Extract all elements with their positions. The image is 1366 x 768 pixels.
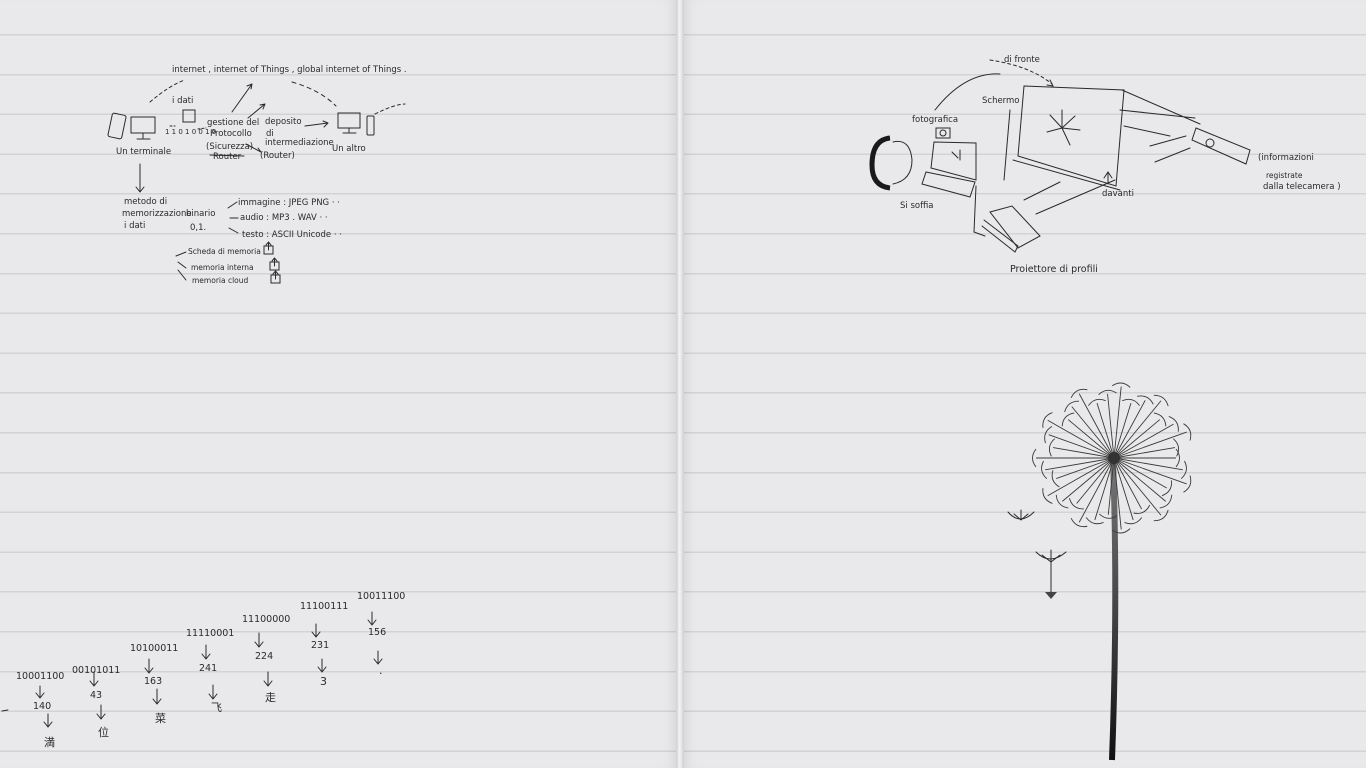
binary-line-1: binario [186, 209, 215, 219]
storage-line-3: intermediazione [265, 138, 334, 148]
binary-column: 10011100 156 · [357, 591, 405, 680]
dandelion-illustration [1007, 382, 1192, 761]
internet-top-label: internet , internet of Things , global i… [172, 65, 407, 75]
memory-card-label: Scheda di memoria [188, 247, 261, 256]
front2-label: davanti [1102, 189, 1134, 199]
binary-value: 10011100 [357, 591, 405, 602]
falling-seed-1 [1007, 509, 1035, 521]
character-value: 満 [44, 736, 55, 749]
decimal-value: 156 [368, 627, 386, 638]
character-value: · [379, 667, 383, 680]
binary-value: 10001100 [16, 671, 64, 682]
character-value: 3 [320, 675, 327, 688]
protocol-line-4: Router [213, 152, 242, 162]
dandelion-stem [1109, 459, 1119, 761]
decimal-value: 224 [255, 651, 273, 662]
character-value: 位 [98, 725, 109, 739]
character-value: 飞 [211, 701, 222, 714]
binary-value: 11110001 [186, 628, 234, 639]
decimal-value: 43 [90, 690, 102, 701]
binary-value: 11100111 [300, 601, 348, 612]
other-label: Un altro [332, 144, 366, 154]
falling-seed-2 [1035, 549, 1067, 599]
screen-label: Schermo [982, 96, 1020, 106]
storage-line-4: (Router) [260, 151, 295, 161]
other-device-icon [337, 112, 375, 136]
type-audio: audio : MP3 . WAV · · [240, 213, 328, 223]
person-head-icon [869, 135, 913, 191]
camera-box-icon [1191, 127, 1251, 165]
binary-line-2: 0,1. [190, 223, 206, 233]
data-label: i dati [172, 96, 193, 106]
decimal-value: 231 [311, 640, 329, 651]
decimal-value: 241 [199, 663, 217, 674]
info-line-2: registrate [1266, 171, 1303, 180]
info-line-1: (informazioni [1258, 153, 1314, 163]
decimal-value: 140 [33, 701, 51, 712]
photo-label: fotografica [912, 115, 958, 125]
binary-value: 11100000 [242, 614, 290, 625]
internet-diagram: internet , internet of Things , global i… [107, 65, 407, 285]
protocol-line-2: Protocollo [210, 129, 252, 139]
binary-column: 10001100 140 満 [16, 671, 64, 749]
profile-projector-icon [981, 205, 1041, 253]
upload-icons [263, 241, 281, 284]
memory-cloud-label: memoria cloud [192, 276, 249, 285]
decimal-value: 163 [144, 676, 162, 687]
binary-conversion-table: 10001100 140 満 00101011 43 位 10100011 16… [1, 591, 405, 749]
binary-value: 00101011 [72, 665, 120, 676]
laptop-camera-icon [921, 127, 977, 198]
blow-label: Si soffia [900, 201, 934, 211]
protocol-line-3: (Sicurezza) [206, 142, 253, 152]
projector-label: Proiettore di profili [1010, 264, 1098, 275]
binary-column: 11100000 224 走 [242, 614, 290, 704]
type-image: immagine : JPEG PNG · · [238, 198, 340, 208]
storage-line-1: deposito [265, 117, 302, 127]
type-text: testo : ASCII Unicode · · [242, 230, 342, 240]
handwriting-layer: internet , internet of Things , global i… [1, 55, 1341, 761]
memo-line-2: memorizzazione [122, 209, 192, 219]
memory-internal-label: memoria interna [191, 263, 254, 272]
protocol-line-1: gestione del [207, 118, 259, 128]
terminal-label: Un terminale [116, 147, 171, 157]
memo-line-1: metodo di [124, 197, 167, 207]
binary-column: 10100011 163 菜 [130, 643, 178, 725]
memo-line-3: i dati [124, 221, 145, 231]
info-line-3: dalla telecamera ) [1263, 182, 1341, 192]
character-value: 走 [265, 691, 276, 704]
document-icon [182, 109, 196, 123]
binary-column: 11100111 231 3 [300, 601, 348, 688]
terminal-device-icon [107, 112, 156, 140]
projector-diagram: di fronte Schermo (informazioni registra… [869, 55, 1341, 275]
binary-stream: 1 1 0 1 0 0 1 0 [165, 128, 216, 136]
character-value: 菜 [155, 712, 166, 725]
binary-column: 00101011 43 位 [72, 665, 120, 739]
binary-value: 10100011 [130, 643, 178, 654]
binary-column: 11110001 241 飞 [186, 628, 234, 714]
